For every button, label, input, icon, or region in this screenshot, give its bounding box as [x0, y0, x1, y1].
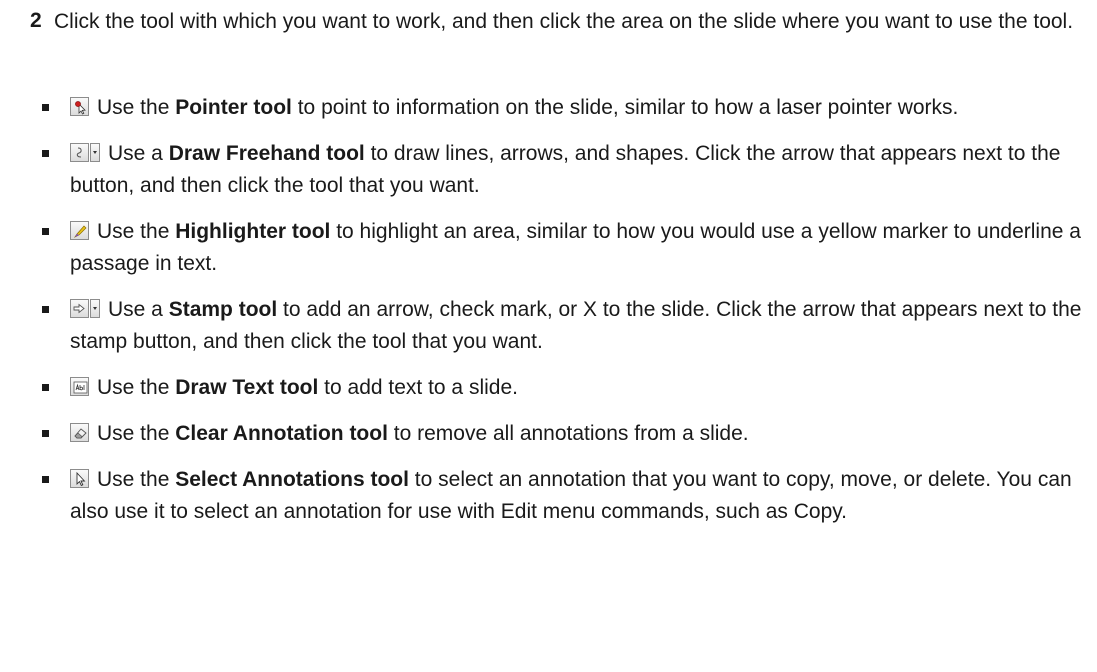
list-item-pointer-tool: Use the Pointer tool to point to informa…: [40, 92, 1090, 124]
select-annotations-tool-icon: [70, 469, 89, 488]
list-item-highlighter-tool: Use the Highlighter tool to highlight an…: [40, 216, 1090, 280]
item-text: Use the: [97, 376, 176, 399]
item-text: Use the: [97, 422, 176, 445]
bullet: [42, 430, 49, 437]
stamp-tool-icon: [70, 299, 100, 318]
draw-text-tool-icon: [70, 377, 89, 396]
item-text: to add text to a slide.: [318, 376, 518, 399]
draw-freehand-tool-icon: [70, 143, 100, 162]
list-item-draw-text-tool: Use the Draw Text tool to add text to a …: [40, 372, 1090, 404]
step-2: 2 Click the tool with which you want to …: [30, 6, 1090, 38]
highlighter-tool-icon: [70, 221, 89, 240]
tool-name: Highlighter tool: [175, 220, 331, 243]
step-number: 2: [30, 9, 42, 32]
tool-name: Stamp tool: [168, 298, 278, 321]
item-text: Use the: [97, 96, 176, 119]
tool-name: Draw Freehand tool: [168, 142, 365, 165]
bullet: [42, 306, 49, 313]
item-text: to remove all annotations from a slide.: [387, 422, 749, 445]
tool-name: Draw Text tool: [175, 376, 319, 399]
tool-name: Select Annotations tool: [175, 468, 409, 491]
tool-name: Pointer tool: [175, 96, 292, 119]
item-text: to point to information on the slide, si…: [291, 96, 959, 119]
bullet: [42, 104, 49, 111]
tool-name: Clear Annotation tool: [175, 422, 388, 445]
tool-list: Use the Pointer tool to point to informa…: [40, 92, 1090, 528]
item-text: Use a: [108, 298, 169, 321]
list-item-stamp-tool: Use a Stamp tool to add an arrow, check …: [40, 294, 1090, 358]
bullet: [42, 384, 49, 391]
clear-annotation-tool-icon: [70, 423, 89, 442]
bullet: [42, 228, 49, 235]
list-item-select-annotations-tool: Use the Select Annotations tool to selec…: [40, 464, 1090, 528]
bullet: [42, 150, 49, 157]
item-text: Use the: [97, 468, 176, 491]
item-text: Use a: [108, 142, 169, 165]
list-item-clear-annotation-tool: Use the Clear Annotation tool to remove …: [40, 418, 1090, 450]
list-item-draw-freehand-tool: Use a Draw Freehand tool to draw lines, …: [40, 138, 1090, 202]
document-page: 2 Click the tool with which you want to …: [0, 0, 1097, 672]
pointer-tool-icon: [70, 97, 89, 116]
bullet: [42, 476, 49, 483]
step-instruction: Click the tool with which you want to wo…: [54, 10, 1074, 33]
item-text: Use the: [97, 220, 176, 243]
